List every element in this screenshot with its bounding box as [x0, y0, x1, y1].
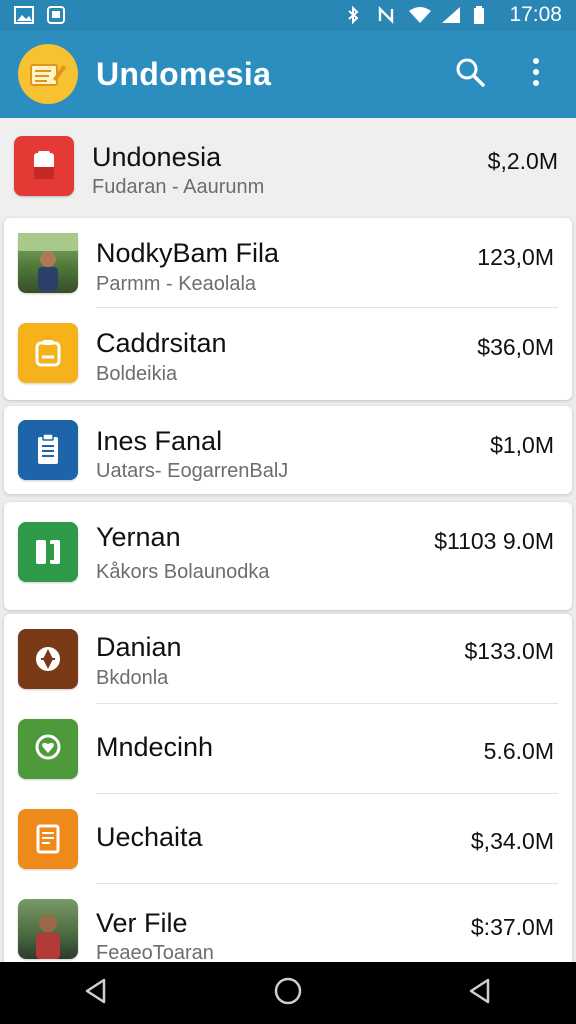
- item-subtitle: Boldeikia: [96, 363, 178, 385]
- item-price: 5.6.0M: [483, 738, 554, 764]
- list-group: Ines Fanal Uatars- EogarrenBalJ $1,0M: [4, 406, 572, 494]
- list-item[interactable]: Ines Fanal Uatars- EogarrenBalJ $1,0M: [4, 406, 572, 494]
- book-icon: [18, 522, 78, 582]
- item-price: 123,0M: [477, 244, 554, 270]
- list-item[interactable]: Danian Bkdonla $133.0M: [4, 614, 572, 704]
- search-button[interactable]: [448, 52, 492, 96]
- item-price: $,34.0M: [470, 828, 554, 854]
- image-icon: [14, 6, 34, 24]
- list-item[interactable]: Caddrsitan Boldeikia $36,0M: [4, 308, 572, 398]
- receipt-icon: [18, 809, 78, 869]
- item-title: Yernan: [96, 522, 181, 552]
- item-subtitle: Fudaran - Aaurunm: [92, 176, 265, 198]
- file-list[interactable]: Undonesia Fudaran - Aaurunm $,2.0M Nodky…: [0, 118, 576, 962]
- item-subtitle: Bkdonla: [96, 667, 169, 689]
- badge-icon: [18, 629, 78, 689]
- item-subtitle: Uatars- EogarrenBalJ: [96, 460, 289, 482]
- heart-pin-icon: [18, 719, 78, 779]
- search-icon: [455, 57, 485, 92]
- item-price: $,2.0M: [487, 148, 558, 174]
- item-title: Ver File: [96, 908, 188, 938]
- folder-edit-icon[interactable]: [18, 44, 78, 104]
- navigation-bar: [0, 962, 576, 1024]
- list-group: Undonesia Fudaran - Aaurunm $,2.0M: [0, 118, 576, 216]
- list-item[interactable]: Mndecinh 5.6.0M: [4, 704, 572, 794]
- item-price: $1,0M: [490, 432, 554, 458]
- list-item[interactable]: Undonesia Fudaran - Aaurunm $,2.0M: [0, 118, 576, 216]
- home-icon: [273, 976, 303, 1011]
- item-title: Undonesia: [92, 142, 222, 172]
- briefcase-icon: [18, 323, 78, 383]
- person-photo: [18, 233, 78, 293]
- nfc-icon: [377, 6, 397, 24]
- more-vert-icon: [531, 57, 541, 92]
- home-button[interactable]: [258, 968, 318, 1018]
- list-group: NodkyBam Fila Parmm - Keaolala 123,0M Ca…: [4, 218, 572, 400]
- item-price: $36,0M: [477, 334, 554, 360]
- item-title: Mndecinh: [96, 732, 214, 762]
- item-title: Ines Fanal: [96, 426, 223, 456]
- list-group: Yernan Kåkors Bolaunodka $1103 9.0M: [4, 502, 572, 610]
- item-price: $1103 9.0M: [434, 528, 554, 554]
- wifi-icon: [409, 6, 432, 24]
- item-price: $133.0M: [464, 638, 554, 664]
- item-subtitle: Kåkors Bolaunodka: [96, 561, 270, 583]
- gallery-icon: [46, 6, 66, 24]
- recents-icon: [466, 977, 494, 1010]
- signal-icon: [441, 6, 461, 24]
- back-button[interactable]: [66, 968, 126, 1018]
- battery-icon: [473, 6, 493, 24]
- item-title: Danian: [96, 632, 182, 662]
- app-title: Undomesia: [96, 55, 272, 92]
- item-subtitle: FeaeoToaran: [96, 942, 214, 962]
- item-title: Uechaita: [96, 822, 203, 852]
- bluetooth-icon: [345, 5, 365, 25]
- list-item[interactable]: Yernan Kåkors Bolaunodka $1103 9.0M: [4, 502, 572, 610]
- item-title: Caddrsitan: [96, 328, 227, 358]
- list-group: Danian Bkdonla $133.0M Mndecinh 5.6.0M U…: [4, 614, 572, 962]
- more-options-button[interactable]: [514, 52, 558, 96]
- list-item[interactable]: Uechaita $,34.0M: [4, 794, 572, 884]
- recents-button[interactable]: [450, 968, 510, 1018]
- back-icon: [82, 977, 110, 1010]
- item-subtitle: Parmm - Keaolala: [96, 273, 257, 295]
- item-title: NodkyBam Fila: [96, 238, 280, 268]
- status-bar: 17:08: [0, 0, 576, 30]
- list-item[interactable]: NodkyBam Fila Parmm - Keaolala 123,0M: [4, 218, 572, 308]
- clock: 17:08: [509, 3, 562, 26]
- app-bar: Undomesia: [0, 30, 576, 118]
- document-icon: [14, 136, 74, 196]
- item-price: $:37.0M: [470, 914, 554, 940]
- list-item[interactable]: Ver File FeaeoToaran $:37.0M: [4, 884, 572, 962]
- clipboard-icon: [18, 420, 78, 480]
- person-photo: [18, 899, 78, 959]
